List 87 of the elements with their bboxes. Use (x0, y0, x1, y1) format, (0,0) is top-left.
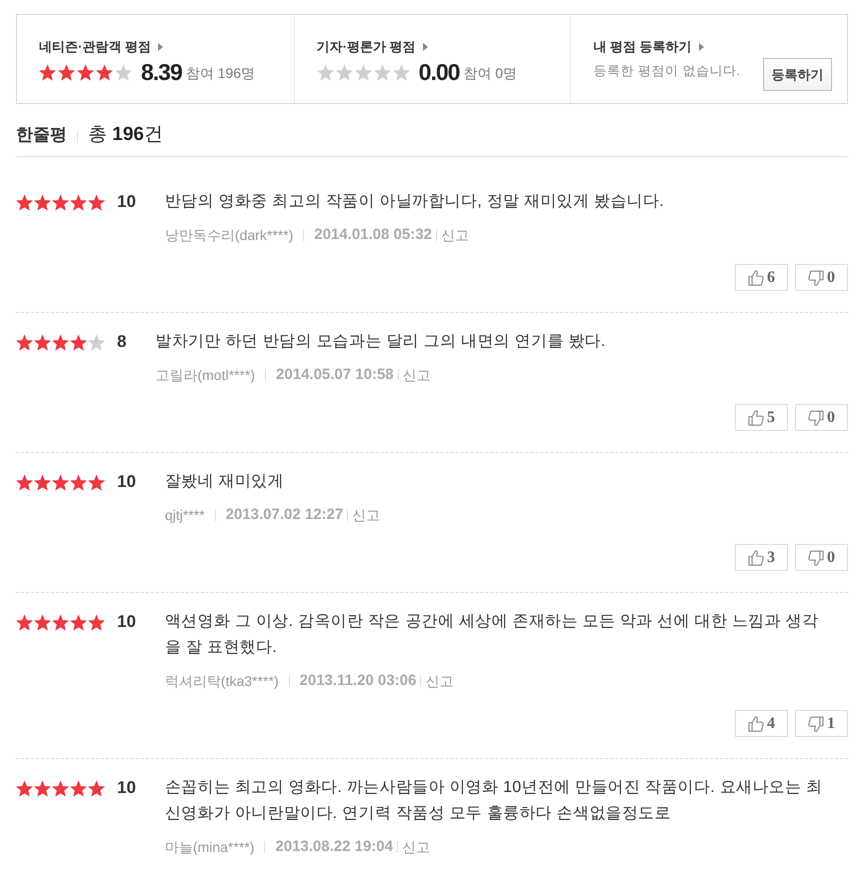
thumbs-up-icon (748, 550, 764, 566)
dislike-button[interactable]: 1 (795, 710, 848, 737)
filled-star-icon (88, 780, 105, 796)
filled-star-icon (52, 334, 69, 350)
review-date: 2014.01.08 05:32 (314, 224, 432, 245)
filled-star-icon (70, 194, 87, 210)
review-date: 2013.08.22 19:04 (275, 836, 393, 857)
thumbs-up-icon (748, 410, 764, 426)
rating-score: 8.39 (141, 59, 182, 85)
filled-star-icon (34, 194, 51, 210)
participant-count: 참여 0명 (463, 64, 518, 83)
filled-star-icon (52, 194, 69, 210)
filled-star-icon (70, 334, 87, 350)
review-date: 2014.05.07 10:58 (276, 364, 394, 385)
review-score: 10 (117, 777, 136, 800)
review-date: 2013.07.02 12:27 (226, 504, 344, 525)
filled-star-icon (34, 614, 51, 630)
review-text: 잘봤네 재미있게 (164, 472, 285, 492)
filled-star-icon (96, 64, 113, 80)
author-name: qjtj**** (164, 506, 205, 525)
caret-icon (422, 43, 428, 51)
filled-star-icon (52, 614, 69, 630)
filled-star-icon (16, 614, 33, 630)
participant-count: 참여 196명 (186, 64, 256, 83)
dislike-button[interactable]: 0 (795, 264, 848, 291)
filled-star-icon (34, 334, 51, 350)
review-text: 손꼽히는 최고의 영화다. 까는사람들아 이영화 10년전에 만들어진 작품이다. 요새나오는 최신영화가 아니란말이다. 연기력 작품성 모두 훌륭하다 손색없을정도로 (164, 778, 824, 824)
filled-star-icon (16, 194, 33, 210)
author-name: 마늘(mina****) (164, 838, 254, 857)
section-title: 한줄평 (16, 124, 67, 146)
filled-star-icon (16, 334, 33, 350)
like-button[interactable]: 4 (735, 710, 788, 737)
review-date: 2013.11.20 03:06 (300, 670, 416, 691)
like-button[interactable]: 6 (735, 264, 788, 291)
thumbs-down-icon (808, 716, 824, 732)
filled-star-icon (88, 614, 105, 630)
rating-link[interactable]: 기자·평론가 평점 (316, 39, 428, 55)
author-name: 낭만독수리(dark****) (164, 226, 294, 245)
vote-count: 4 (767, 716, 775, 732)
review-count: 총 196건 (88, 123, 163, 147)
filled-star-icon (70, 780, 87, 796)
filled-star-icon (39, 64, 56, 80)
filled-star-icon (52, 780, 69, 796)
filled-star-icon (88, 194, 105, 210)
review-score: 10 (117, 191, 136, 214)
rating-link[interactable]: 내 평점 등록하기 (593, 39, 704, 55)
empty-rating-message: 등록한 평점이 없습니다. (593, 62, 741, 80)
vote-count: 3 (767, 550, 775, 566)
filled-star-icon (58, 64, 75, 80)
filled-star-icon (52, 474, 69, 490)
dislike-button[interactable]: 0 (795, 544, 848, 571)
filled-star-icon (16, 474, 33, 490)
register-button[interactable]: 등록하기 (762, 58, 832, 91)
review-text: 액션영화 그 이상. 감옥이란 작은 공간에 세상에 존재하는 모든 악과 선에 대한 느낌과 생각을 잘 표현했다. (164, 612, 820, 658)
thumbs-down-icon (808, 550, 824, 566)
review-text: 발차기만 하던 반담의 모습과는 달리 그의 내면의 연기를 봤다. (155, 332, 607, 352)
review-text: 반담의 영화중 최고의 작품이 아닐까합니다, 정말 재미있게 봤습니다. (164, 192, 666, 212)
author-name: 럭셔리탁(tka3****) (164, 672, 279, 691)
filled-star-icon (34, 474, 51, 490)
empty-star-icon (115, 64, 132, 80)
like-button[interactable]: 3 (735, 544, 788, 571)
caret-icon (158, 43, 163, 51)
filled-star-icon (34, 780, 51, 796)
vote-count: 0 (827, 410, 835, 426)
dislike-button[interactable]: 0 (795, 404, 848, 431)
review-score: 10 (117, 471, 136, 494)
thumbs-down-icon (808, 410, 824, 426)
filled-star-icon (77, 64, 94, 80)
rating-link[interactable]: 네티즌·관람객 평점 (39, 39, 163, 55)
thumbs-down-icon (808, 270, 824, 286)
filled-star-icon (70, 474, 87, 490)
filled-star-icon (88, 474, 105, 490)
author-name: 고릴라(motl****) (155, 366, 256, 385)
vote-count: 6 (767, 270, 775, 286)
vote-count: 5 (767, 410, 775, 426)
like-button[interactable]: 5 (735, 404, 788, 431)
review-score: 8 (117, 331, 126, 354)
thumbs-up-icon (748, 270, 764, 286)
filled-star-icon (70, 614, 87, 630)
rating-score: 0.00 (418, 59, 460, 85)
vote-count: 0 (827, 550, 835, 566)
review-score: 10 (117, 611, 136, 634)
thumbs-up-icon (748, 716, 764, 732)
vote-count: 0 (827, 270, 835, 286)
vote-count: 1 (827, 716, 835, 732)
filled-star-icon (16, 780, 33, 796)
caret-icon (698, 43, 704, 51)
